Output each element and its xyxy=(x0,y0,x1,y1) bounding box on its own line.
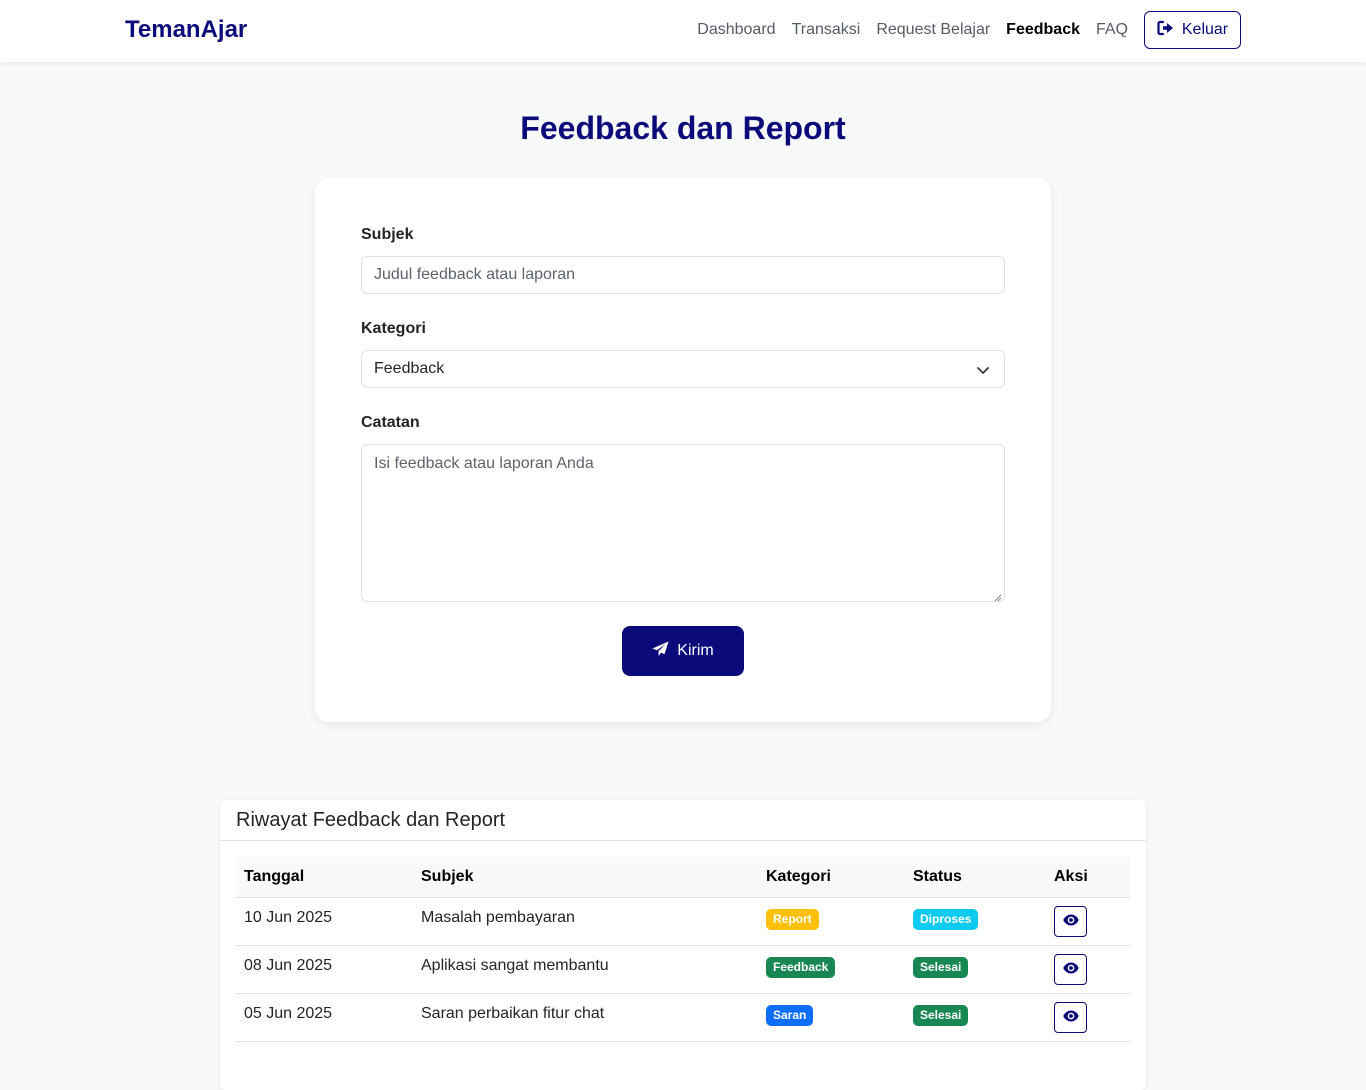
status-badge: Diproses xyxy=(913,908,979,930)
subject-placeholder: Judul feedback atau laporan xyxy=(374,266,576,283)
subject-input[interactable]: Judul feedback atau laporan xyxy=(361,256,1005,294)
history-header: Riwayat Feedback dan Report xyxy=(220,800,1146,841)
eye-icon xyxy=(1062,914,1079,929)
navbar: TemanAjar Dashboard Transaksi Request Be… xyxy=(0,0,1366,62)
paper-plane-icon xyxy=(652,641,669,662)
category-select[interactable]: Feedback xyxy=(361,350,1005,388)
table-row: 10 Jun 2025 Masalah pembayaran Report Di… xyxy=(236,897,1130,946)
page-title: Feedback dan Report xyxy=(520,110,846,146)
history-title: Riwayat Feedback dan Report xyxy=(236,809,506,831)
nav-link-faq[interactable]: FAQ xyxy=(1096,21,1128,39)
status-badge: Selesai xyxy=(913,1004,969,1026)
category-badge: Report xyxy=(766,908,819,930)
subject-label: Subjek xyxy=(361,226,414,243)
submit-button[interactable]: Kirim xyxy=(622,626,744,676)
category-badge: Saran xyxy=(766,1004,814,1026)
nav-links: Dashboard Transaksi Request Belajar Feed… xyxy=(697,21,1128,39)
notes-textarea[interactable]: Isi feedback atau laporan Anda xyxy=(361,444,1005,602)
row-date: 05 Jun 2025 xyxy=(236,993,413,1042)
view-detail-button[interactable] xyxy=(1054,905,1087,937)
row-status-cell: Diproses xyxy=(905,897,1046,946)
notes-placeholder: Isi feedback atau laporan Anda xyxy=(374,455,594,472)
table-header-row: Tanggal Subjek Kategori Status Aksi xyxy=(236,857,1130,898)
row-status-cell: Selesai xyxy=(905,993,1046,1042)
history-table: Tanggal Subjek Kategori Status Aksi 10 J… xyxy=(236,857,1130,1042)
view-detail-button[interactable] xyxy=(1054,1001,1087,1033)
eye-icon xyxy=(1062,1010,1079,1025)
logout-label: Keluar xyxy=(1181,21,1229,38)
feedback-form-card: Subjek Judul feedback atau laporan Kateg… xyxy=(315,178,1051,722)
notes-label: Catatan xyxy=(361,414,420,431)
submit-label: Kirim xyxy=(677,642,714,659)
nav-link-dashboard[interactable]: Dashboard xyxy=(697,21,775,39)
nav-link-request-belajar[interactable]: Request Belajar xyxy=(876,21,990,39)
row-subject: Masalah pembayaran xyxy=(413,897,758,946)
sign-out-icon xyxy=(1157,20,1174,41)
brand-logo[interactable]: TemanAjar xyxy=(125,16,247,44)
logout-button[interactable]: Keluar xyxy=(1144,11,1241,49)
nav-link-feedback[interactable]: Feedback xyxy=(1006,21,1080,39)
row-category-cell: Report xyxy=(758,897,905,946)
column-header-status: Status xyxy=(905,857,1046,898)
row-date: 10 Jun 2025 xyxy=(236,897,413,946)
row-action-cell xyxy=(1046,945,1130,994)
column-header-category: Kategori xyxy=(758,857,905,898)
column-header-subject: Subjek xyxy=(413,857,758,898)
row-subject: Saran perbaikan fitur chat xyxy=(413,993,758,1042)
row-status-cell: Selesai xyxy=(905,945,1046,994)
column-header-date: Tanggal xyxy=(236,857,413,898)
row-category-cell: Feedback xyxy=(758,945,905,994)
history-card: Riwayat Feedback dan Report Tanggal Subj… xyxy=(220,800,1146,1090)
view-detail-button[interactable] xyxy=(1054,953,1087,985)
row-category-cell: Saran xyxy=(758,993,905,1042)
table-row: 05 Jun 2025 Saran perbaikan fitur chat S… xyxy=(236,993,1130,1042)
chevron-down-icon xyxy=(976,363,990,377)
resize-grip-icon[interactable] xyxy=(992,589,1002,602)
column-header-action: Aksi xyxy=(1046,857,1130,898)
category-selected-value: Feedback xyxy=(374,360,445,377)
row-action-cell xyxy=(1046,993,1130,1042)
eye-icon xyxy=(1062,962,1079,977)
status-badge: Selesai xyxy=(913,956,969,978)
category-label: Kategori xyxy=(361,320,426,337)
row-date: 08 Jun 2025 xyxy=(236,945,413,994)
table-row: 08 Jun 2025 Aplikasi sangat membantu Fee… xyxy=(236,945,1130,994)
row-action-cell xyxy=(1046,897,1130,946)
category-badge: Feedback xyxy=(766,956,836,978)
row-subject: Aplikasi sangat membantu xyxy=(413,945,758,994)
nav-link-transaksi[interactable]: Transaksi xyxy=(792,21,861,39)
